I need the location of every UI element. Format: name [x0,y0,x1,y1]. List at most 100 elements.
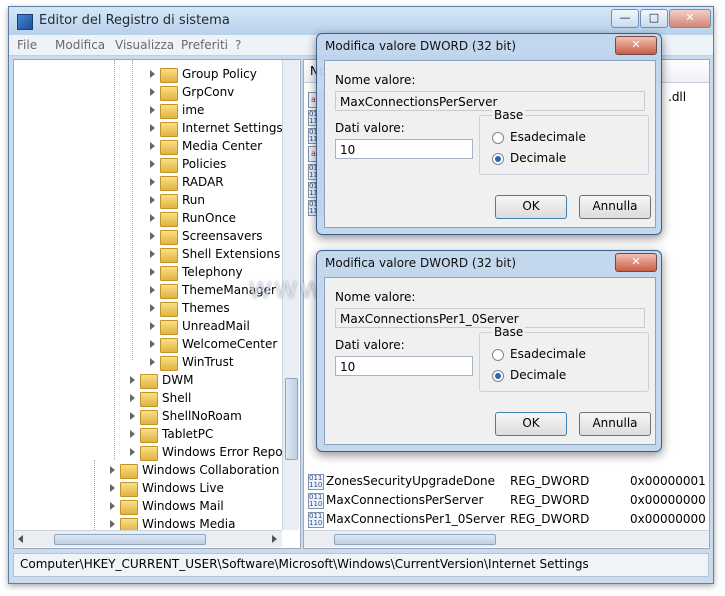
dword-icon: 011110 [308,493,324,509]
expand-arrow-icon[interactable] [150,214,155,222]
expand-arrow-icon[interactable] [130,376,135,384]
expand-arrow-icon[interactable] [150,88,155,96]
decimal-radio[interactable] [492,153,504,165]
tree-item[interactable]: Media Center [14,137,282,155]
value-data-input[interactable]: 10 [335,139,473,159]
tree-item[interactable]: RADAR [14,173,282,191]
value-name-field: MaxConnectionsPer1_0Server [335,308,645,328]
tree-item[interactable]: ThemeManager [14,281,282,299]
expand-arrow-icon[interactable] [150,268,155,276]
close-button[interactable]: ✕ [669,9,711,28]
menu-visualizza[interactable]: Visualizza [115,38,174,52]
hex-label[interactable]: Esadecimale [510,130,586,144]
folder-icon [120,464,138,479]
expand-arrow-icon[interactable] [110,502,115,510]
expand-arrow-icon[interactable] [150,178,155,186]
hex-radio[interactable] [492,132,504,144]
expand-arrow-icon[interactable] [130,448,135,456]
tree-item[interactable]: Internet Settings [14,119,283,137]
expand-arrow-icon[interactable] [150,142,155,150]
tree-item[interactable]: WinTrust [14,353,282,371]
expand-arrow-icon[interactable] [110,466,115,474]
expand-arrow-icon[interactable] [130,394,135,402]
tree-item[interactable]: Run [14,191,282,209]
value-type: REG_DWORD [510,474,590,488]
scroll-left-icon[interactable] [18,535,23,543]
tree-item[interactable]: Screensavers [14,227,282,245]
tree-item[interactable]: UnreadMail [14,317,282,335]
expand-arrow-icon[interactable] [110,484,115,492]
menu-help[interactable]: ? [235,38,241,52]
tree-horizontal-scrollbar[interactable] [14,530,282,547]
menu-preferiti[interactable]: Preferiti [181,38,228,52]
tree-item-label: Windows Error Report [162,445,293,459]
tree-item[interactable]: Shell [14,389,282,407]
tree-item[interactable]: DWM [14,371,282,389]
tree-item[interactable]: GrpConv [14,83,282,101]
tree-item[interactable]: Windows Error Report [14,443,292,461]
tree-item[interactable]: Telephony [14,263,282,281]
table-row[interactable]: 011 110 MaxConnectionsPer1_0Server REG_DW… [304,510,709,529]
expand-arrow-icon[interactable] [150,304,155,312]
tree-item[interactable]: TabletPC [14,425,282,443]
value-data-input[interactable]: 10 [335,356,473,376]
expand-arrow-icon[interactable] [130,412,135,420]
expand-arrow-icon[interactable] [110,520,115,528]
tree-item[interactable]: Themes [14,299,282,317]
cancel-button[interactable]: Annulla [579,195,651,219]
dword-icon: 011110 [308,512,324,528]
expand-arrow-icon[interactable] [150,106,155,114]
tree-item[interactable]: Shell Extensions [14,245,282,263]
expand-arrow-icon[interactable] [150,286,155,294]
menu-file[interactable]: File [17,38,37,52]
menu-modifica[interactable]: Modifica [55,38,105,52]
folder-icon [140,410,158,425]
scroll-right-icon[interactable] [272,535,277,543]
table-row[interactable]: 011 110 ZonesSecurityUpgradeDone REG_DWOR… [304,472,709,491]
tree-item[interactable]: Group Policy [14,65,282,83]
folder-icon [120,482,138,497]
tree-item[interactable]: Windows Collaboration [14,461,282,479]
tree-vertical-scroll-thumb[interactable] [285,378,298,460]
dialog-close-button[interactable]: ✕ [615,253,657,272]
decimal-radio[interactable] [492,370,504,382]
expand-arrow-icon[interactable] [150,196,155,204]
cancel-button[interactable]: Annulla [579,412,651,436]
tree-item[interactable]: WelcomeCenter [14,335,282,353]
tree-item[interactable]: Windows Live [14,479,282,497]
tree-item[interactable]: RunOnce [14,209,282,227]
registry-tree[interactable]: Group Policy GrpConv ime Internet Settings M… [13,59,301,549]
expand-arrow-icon[interactable] [150,124,155,132]
tree-vertical-scrollbar[interactable] [282,60,299,530]
folder-icon [160,86,178,101]
list-horizontal-scrollbar[interactable] [304,530,709,547]
tree-item[interactable]: ShellNoRoam [14,407,282,425]
expand-arrow-icon[interactable] [150,70,155,78]
table-row[interactable]: 011 110 MaxConnectionsPerServer REG_DWORD… [304,491,709,510]
hex-radio[interactable] [492,349,504,361]
expand-arrow-icon[interactable] [150,232,155,240]
expand-arrow-icon[interactable] [150,358,155,366]
expand-arrow-icon[interactable] [150,160,155,168]
minimize-button[interactable]: — [611,9,639,28]
tree-item[interactable]: Windows Mail [14,497,282,515]
list-horizontal-scroll-thumb[interactable] [334,534,496,545]
maximize-button[interactable]: □ [640,9,668,28]
dialog-title: Modifica valore DWORD (32 bit) [325,256,517,270]
decimal-label[interactable]: Decimale [510,368,566,382]
hex-label[interactable]: Esadecimale [510,347,586,361]
tree-item-label: Windows Live [142,481,224,495]
status-bar-path: Computer\HKEY_CURRENT_USER\Software\Micr… [13,553,709,577]
tree-item[interactable]: Policies [14,155,282,173]
tree-item-label: WelcomeCenter [182,337,278,351]
tree-item[interactable]: ime [14,101,282,119]
ok-button[interactable]: OK [495,412,567,436]
decimal-label[interactable]: Decimale [510,151,566,165]
expand-arrow-icon[interactable] [130,430,135,438]
ok-button[interactable]: OK [495,195,567,219]
dialog-close-button[interactable]: ✕ [615,36,657,55]
expand-arrow-icon[interactable] [150,340,155,348]
expand-arrow-icon[interactable] [150,250,155,258]
tree-horizontal-scroll-thumb[interactable] [54,534,206,545]
expand-arrow-icon[interactable] [150,322,155,330]
